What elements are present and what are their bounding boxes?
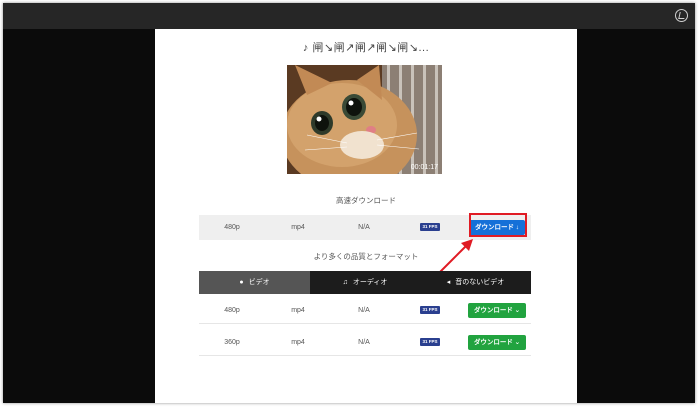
video-duration: 00:01:17 (410, 164, 438, 171)
size-cell: N/A (358, 307, 370, 314)
quality-cell: 480p (224, 224, 240, 231)
fps-badge: 31 FPS (420, 306, 440, 315)
more-formats-label: より多くの品質とフォーマット (313, 252, 419, 261)
tab-muted-video[interactable]: ◂ 音のないビデオ (420, 271, 531, 294)
tab-video[interactable]: ● ビデオ (199, 271, 310, 294)
music-note-icon: ♫ (342, 279, 348, 286)
play-circle-icon: ● (239, 279, 244, 286)
logo-icon[interactable] (675, 9, 688, 22)
size-cell: N/A (358, 224, 370, 231)
app-window: ♪ 闸↘闸↗闸↗闸↘闸↘... 00:01:17 高速ダウンロード 480p m… (3, 3, 695, 403)
download-button[interactable]: ダウンロード ⌄ (467, 302, 527, 318)
fps-cell: 31 FPS (397, 298, 463, 323)
tab-label: ビデオ (248, 279, 270, 286)
cat-image (287, 65, 442, 174)
format-cell: mp4 (291, 339, 305, 346)
video-title: ♪ 闸↘闸↗闸↗闸↘闸↘... (302, 42, 430, 54)
fps-badge: 31 FPS (420, 338, 440, 347)
fps-badge: 31 FPS (420, 223, 440, 232)
download-panel: ♪ 闸↘闸↗闸↗闸↘闸↘... 00:01:17 高速ダウンロード 480p m… (155, 29, 577, 403)
tab-label: オーディオ (352, 279, 388, 286)
format-tabs: ● ビデオ ♫ オーディオ ◂ 音のないビデオ (199, 271, 531, 294)
fast-download-label: 高速ダウンロード (336, 196, 396, 205)
download-cell: ダウンロード ⌄ (463, 330, 531, 355)
download-cell: ダウンロード ⌄ (463, 298, 531, 323)
download-button[interactable]: ダウンロード ⌄ (467, 334, 527, 350)
table-row: 360p mp4 N/A 31 FPS ダウンロード ⌄ (199, 330, 531, 356)
tab-label: 音のないビデオ (455, 279, 505, 286)
highlight-box (469, 213, 527, 237)
tab-audio[interactable]: ♫ オーディオ (310, 271, 420, 294)
top-bar (3, 3, 695, 29)
format-cell: mp4 (291, 224, 305, 231)
speaker-muted-icon: ◂ (446, 279, 451, 286)
table-row: 480p mp4 N/A 31 FPS ダウンロード ⌄ (199, 298, 531, 324)
format-cell: mp4 (291, 307, 305, 314)
quality-cell: 480p (224, 307, 240, 314)
video-thumbnail[interactable]: 00:01:17 (287, 65, 442, 174)
fps-cell: 31 FPS (397, 330, 463, 355)
size-cell: N/A (358, 339, 370, 346)
quality-cell: 360p (224, 339, 240, 346)
